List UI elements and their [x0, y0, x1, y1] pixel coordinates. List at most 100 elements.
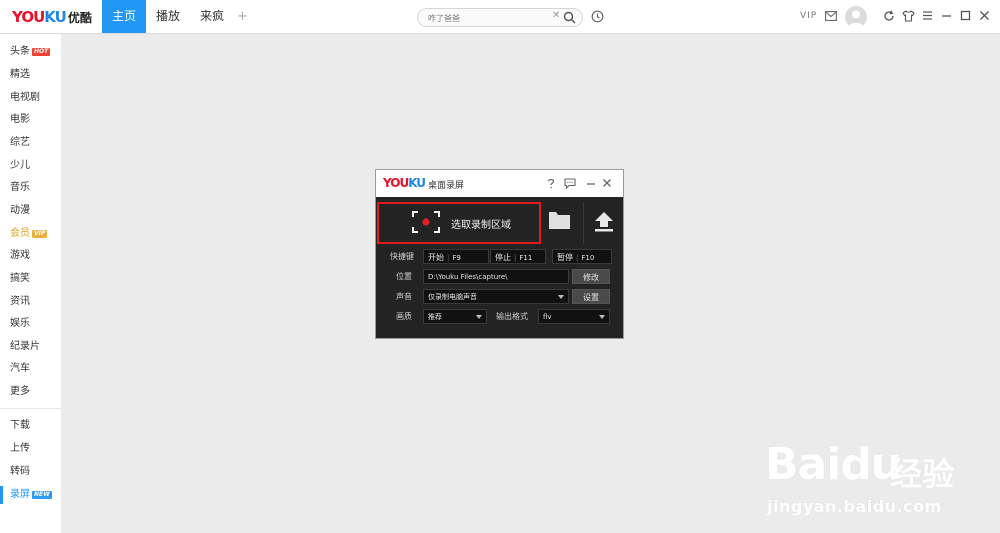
folder-icon[interactable]: [544, 206, 574, 237]
quality-label: 画质: [396, 312, 412, 321]
minimize-icon[interactable]: [941, 10, 952, 24]
sidebar-item-label: 转码: [10, 466, 30, 477]
sidebar-item-movies[interactable]: 电影: [10, 113, 30, 127]
close-icon[interactable]: [602, 178, 612, 191]
hot-badge: HOT: [32, 48, 51, 56]
sidebar-item-kids[interactable]: 少儿: [10, 159, 30, 173]
audio-settings-button[interactable]: 设置: [572, 289, 610, 304]
sidebar-item-label: 游戏: [10, 250, 30, 261]
add-tab-button[interactable]: +: [237, 9, 248, 24]
menu-icon[interactable]: [922, 10, 933, 24]
upload-button[interactable]: [583, 202, 623, 244]
sidebar-item-label: 综艺: [10, 137, 30, 148]
chevron-down-icon: [599, 315, 605, 319]
tab-laifeng-label: 来疯: [199, 9, 224, 23]
change-location-button[interactable]: 修改: [572, 269, 610, 284]
avatar[interactable]: [845, 6, 867, 28]
watermark-brand: Baidu: [765, 439, 902, 490]
vip-link[interactable]: VIP: [800, 11, 817, 21]
sidebar-item-screen-record[interactable]: 录屏 NEW: [10, 488, 52, 502]
quality-select-value: 推荐: [428, 313, 442, 321]
tab-play[interactable]: 播放: [150, 0, 186, 33]
history-icon[interactable]: [591, 10, 604, 26]
select-area-label: 选取录制区域: [451, 220, 511, 231]
sidebar-item-label: 下载: [10, 420, 30, 431]
start-hotkey-label: 开始: [428, 253, 444, 262]
minimize-icon[interactable]: [586, 178, 596, 191]
tab-home-label: 主页: [111, 9, 136, 23]
sidebar-item-cars[interactable]: 汽车: [10, 362, 30, 376]
mail-icon[interactable]: [825, 11, 837, 24]
sidebar-item-featured[interactable]: 精选: [10, 68, 30, 82]
sidebar: 头条 HOT 精选 电视剧 电影 综艺 少儿 音乐 动漫 会员 VIP 游戏 搞笑 …: [0, 34, 61, 533]
pause-hotkey-field[interactable]: 暂停 | F10: [552, 249, 612, 264]
title-bar: YOUKU 优酷 主页 播放 来疯 + ✕ VIP: [0, 0, 1000, 34]
sidebar-item-tv[interactable]: 电视剧: [10, 91, 40, 105]
location-label: 位置: [396, 272, 412, 281]
sidebar-divider: [0, 408, 61, 409]
feedback-icon[interactable]: [564, 178, 576, 192]
tab-home[interactable]: 主页: [102, 0, 146, 33]
sidebar-item-label: 精选: [10, 69, 30, 80]
new-badge: NEW: [32, 491, 52, 499]
baidu-jingyan-watermark: Baidu 经验 jingyan.baidu.com: [765, 425, 995, 525]
dialog-header: YOUKU 桌面录屏: [376, 170, 623, 197]
logo-cn: 优酷: [67, 10, 92, 25]
sidebar-item-download[interactable]: 下载: [10, 419, 30, 433]
sidebar-item-transcode[interactable]: 转码: [10, 465, 30, 479]
format-label: 输出格式: [496, 312, 528, 321]
location-row: 位置 D:\Youku Files\capture\ 修改: [376, 269, 623, 285]
stop-hotkey-value: F11: [519, 254, 533, 262]
audio-select[interactable]: 仅录制电脑声音: [423, 289, 569, 304]
format-select[interactable]: flv: [538, 309, 610, 324]
sidebar-item-headlines[interactable]: 头条 HOT: [10, 45, 51, 59]
tab-play-label: 播放: [155, 9, 180, 23]
watermark-cn: 经验: [890, 455, 955, 493]
location-field[interactable]: D:\Youku Files\capture\: [423, 269, 569, 284]
sidebar-item-membership[interactable]: 会员 VIP: [10, 227, 48, 241]
start-hotkey-field[interactable]: 开始 | F9: [423, 249, 489, 264]
pause-hotkey-label: 暂停: [557, 253, 573, 262]
quality-select[interactable]: 推荐: [423, 309, 487, 324]
search-input[interactable]: [428, 11, 538, 25]
sidebar-item-label: 上传: [10, 443, 30, 454]
youku-logo[interactable]: YOUKU 优酷: [12, 8, 92, 26]
sidebar-item-more[interactable]: 更多: [10, 385, 30, 399]
help-icon[interactable]: [546, 178, 556, 192]
sidebar-item-games[interactable]: 游戏: [10, 249, 30, 263]
clear-search-button[interactable]: ✕: [552, 10, 560, 21]
close-icon[interactable]: [979, 10, 990, 24]
sidebar-item-label: 少儿: [10, 160, 30, 171]
hotkeys-label: 快捷键: [390, 252, 414, 261]
audio-row: 声音 仅录制电脑声音 设置: [376, 289, 623, 305]
sidebar-item-label: 头条: [10, 46, 30, 57]
sidebar-item-documentary[interactable]: 纪录片: [10, 340, 40, 354]
stop-hotkey-label: 停止: [495, 253, 511, 262]
format-select-value: flv: [543, 313, 552, 321]
sidebar-item-label: 更多: [10, 386, 30, 397]
quality-row: 画质 推荐 输出格式 flv: [376, 309, 623, 325]
sidebar-item-news[interactable]: 资讯: [10, 295, 30, 309]
sidebar-item-label: 电影: [10, 114, 30, 125]
sidebar-item-anime[interactable]: 动漫: [10, 204, 30, 218]
tab-laifeng[interactable]: 来疯: [194, 0, 230, 33]
select-record-area-button[interactable]: 选取录制区域: [377, 202, 541, 244]
sidebar-item-entertainment[interactable]: 娱乐: [10, 317, 30, 331]
skin-icon[interactable]: [902, 10, 915, 25]
sidebar-item-label: 资讯: [10, 296, 30, 307]
search-icon[interactable]: [563, 11, 576, 27]
sidebar-item-music[interactable]: 音乐: [10, 181, 30, 195]
maximize-icon[interactable]: [960, 10, 971, 24]
refresh-icon[interactable]: [883, 10, 895, 25]
sidebar-item-label: 录屏: [10, 489, 30, 500]
sidebar-item-label: 搞笑: [10, 273, 30, 284]
sidebar-item-funny[interactable]: 搞笑: [10, 272, 30, 286]
watermark-url: jingyan.baidu.com: [767, 497, 942, 516]
stop-hotkey-field[interactable]: 停止 | F11: [490, 249, 546, 264]
vip-badge: VIP: [32, 230, 48, 238]
pause-hotkey-value: F10: [581, 254, 595, 262]
hotkeys-row: 快捷键 开始 | F9 停止 | F11 暂停 | F10: [376, 249, 623, 265]
sidebar-item-label: 会员: [10, 228, 30, 239]
sidebar-item-upload[interactable]: 上传: [10, 442, 30, 456]
sidebar-item-variety[interactable]: 综艺: [10, 136, 30, 150]
